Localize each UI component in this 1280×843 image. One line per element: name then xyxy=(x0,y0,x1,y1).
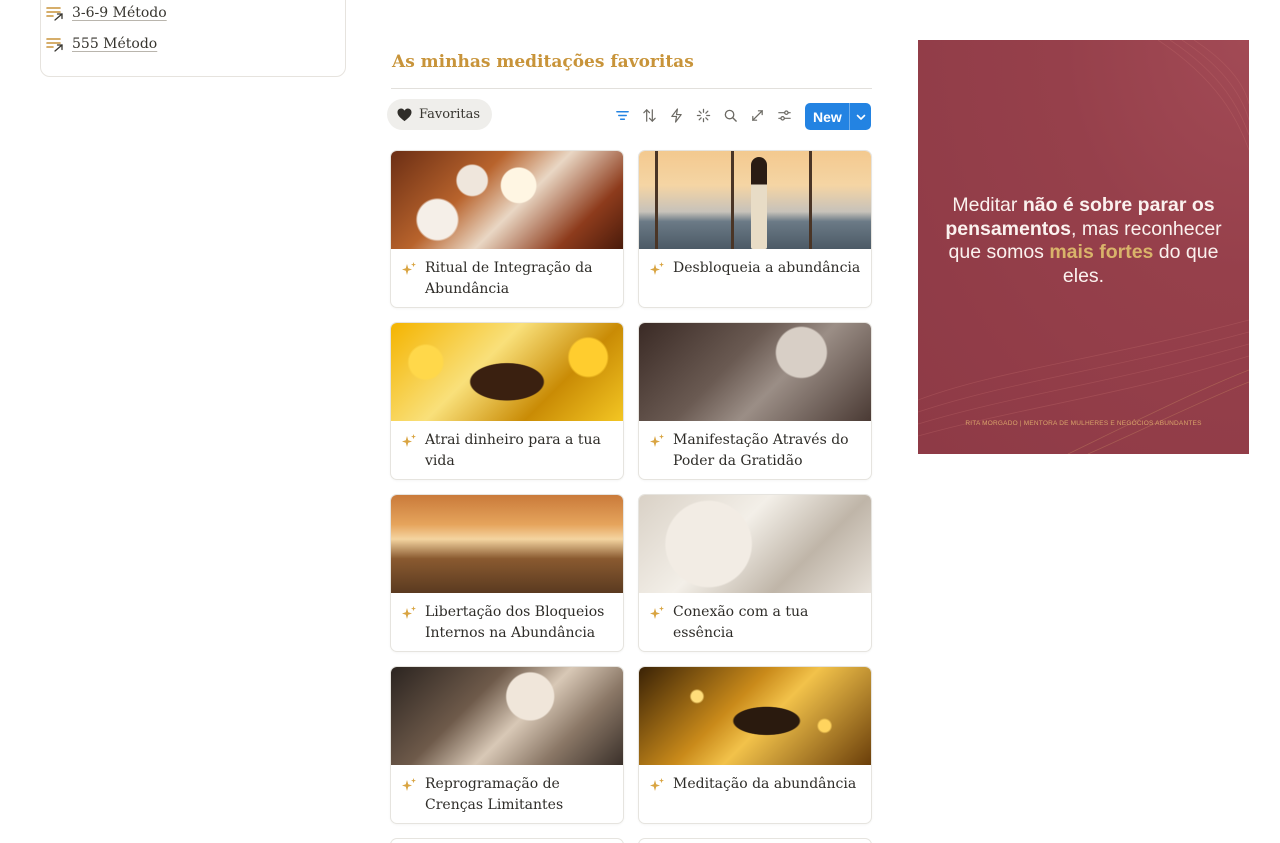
new-button-label: New xyxy=(813,108,842,125)
ai-button[interactable] xyxy=(693,105,714,126)
gallery-card[interactable]: Meditação da abundância xyxy=(638,666,872,824)
ai-sparkle-icon xyxy=(696,108,711,123)
sidebar-link-369[interactable]: 3-6-9 Método xyxy=(46,5,167,21)
database-toolbar xyxy=(612,105,795,126)
sparkle-icon xyxy=(402,778,416,791)
settings-button[interactable] xyxy=(774,105,795,126)
card-title: Manifestação Através do Poder da Gratidã… xyxy=(673,432,849,469)
expand-icon xyxy=(752,110,763,121)
sidebar-link-label: 3-6-9 Método xyxy=(72,5,167,21)
gallery-card[interactable]: Desbloqueia a abundância xyxy=(638,150,872,308)
heart-icon xyxy=(397,108,412,121)
sidebar-link-label: 555 Método xyxy=(72,36,158,52)
automation-button[interactable] xyxy=(666,105,687,126)
card-cover-image xyxy=(639,323,871,421)
sparkle-icon xyxy=(650,262,664,275)
gallery-card-partial[interactable] xyxy=(638,838,872,843)
filter-button[interactable] xyxy=(612,105,633,126)
sort-icon xyxy=(643,109,656,122)
quote-poster: Meditar não é sobre parar os pensamentos… xyxy=(918,40,1249,454)
sparkle-icon xyxy=(402,434,416,447)
card-cover-image xyxy=(391,323,623,421)
card-cover-image xyxy=(639,495,871,593)
sparkle-icon xyxy=(650,606,664,619)
view-tab-label: Favoritas xyxy=(419,107,481,122)
search-button[interactable] xyxy=(720,105,741,126)
gallery-card[interactable]: Ritual de Integração da Abundância xyxy=(390,150,624,308)
gallery-card-partial[interactable] xyxy=(390,838,624,843)
gallery-card[interactable]: Manifestação Através do Poder da Gratidã… xyxy=(638,322,872,480)
sparkle-icon xyxy=(402,606,416,619)
gallery-card[interactable]: Atrai dinheiro para a tua vida xyxy=(390,322,624,480)
card-title: Conexão com a tua essência xyxy=(673,604,809,641)
poster-footer: RITA MORGADO | MENTORA DE MULHERES E NEG… xyxy=(965,420,1202,427)
sparkle-icon xyxy=(650,434,664,447)
card-title: Atrai dinheiro para a tua vida xyxy=(425,432,601,469)
expand-button[interactable] xyxy=(747,105,768,126)
quote-highlight-text: mais fortes xyxy=(1049,241,1154,263)
card-title: Desbloqueia a abundância xyxy=(673,260,861,276)
settings-icon xyxy=(778,110,791,121)
gallery-card[interactable]: Reprogramação de Crenças Limitantes xyxy=(390,666,624,824)
card-cover-image xyxy=(639,151,871,249)
card-title: Reprogramação de Crenças Limitantes xyxy=(425,776,564,813)
card-cover-image xyxy=(391,495,623,593)
poster-quote: Meditar não é sobre parar os pensamentos… xyxy=(940,194,1227,288)
gallery-card[interactable]: Libertação dos Bloqueios Internos na Abu… xyxy=(390,494,624,652)
new-dropdown-toggle[interactable] xyxy=(850,111,871,123)
chevron-down-icon xyxy=(856,114,865,120)
quote-text: Meditar xyxy=(952,194,1023,216)
search-icon xyxy=(724,109,737,122)
view-tab-favoritas[interactable]: Favoritas xyxy=(387,99,493,130)
card-title: Meditação da abundância xyxy=(673,776,857,792)
sparkle-icon xyxy=(402,262,416,275)
filter-icon xyxy=(616,111,629,120)
new-button[interactable]: New xyxy=(805,103,871,130)
sidebar-link-555[interactable]: 555 Método xyxy=(46,36,157,52)
card-title: Ritual de Integração da Abundância xyxy=(425,260,593,297)
list-arrow-icon xyxy=(46,7,63,21)
card-cover-image xyxy=(391,667,623,765)
card-cover-image xyxy=(391,151,623,249)
section-heading: As minhas meditações favoritas xyxy=(392,52,694,72)
divider xyxy=(391,88,872,89)
sparkle-icon xyxy=(650,778,664,791)
card-cover-image xyxy=(639,667,871,765)
automation-icon xyxy=(671,108,682,123)
card-title: Libertação dos Bloqueios Internos na Abu… xyxy=(425,604,605,641)
sort-button[interactable] xyxy=(639,105,660,126)
gallery-card[interactable]: Conexão com a tua essência xyxy=(638,494,872,652)
list-arrow-icon xyxy=(46,38,63,52)
